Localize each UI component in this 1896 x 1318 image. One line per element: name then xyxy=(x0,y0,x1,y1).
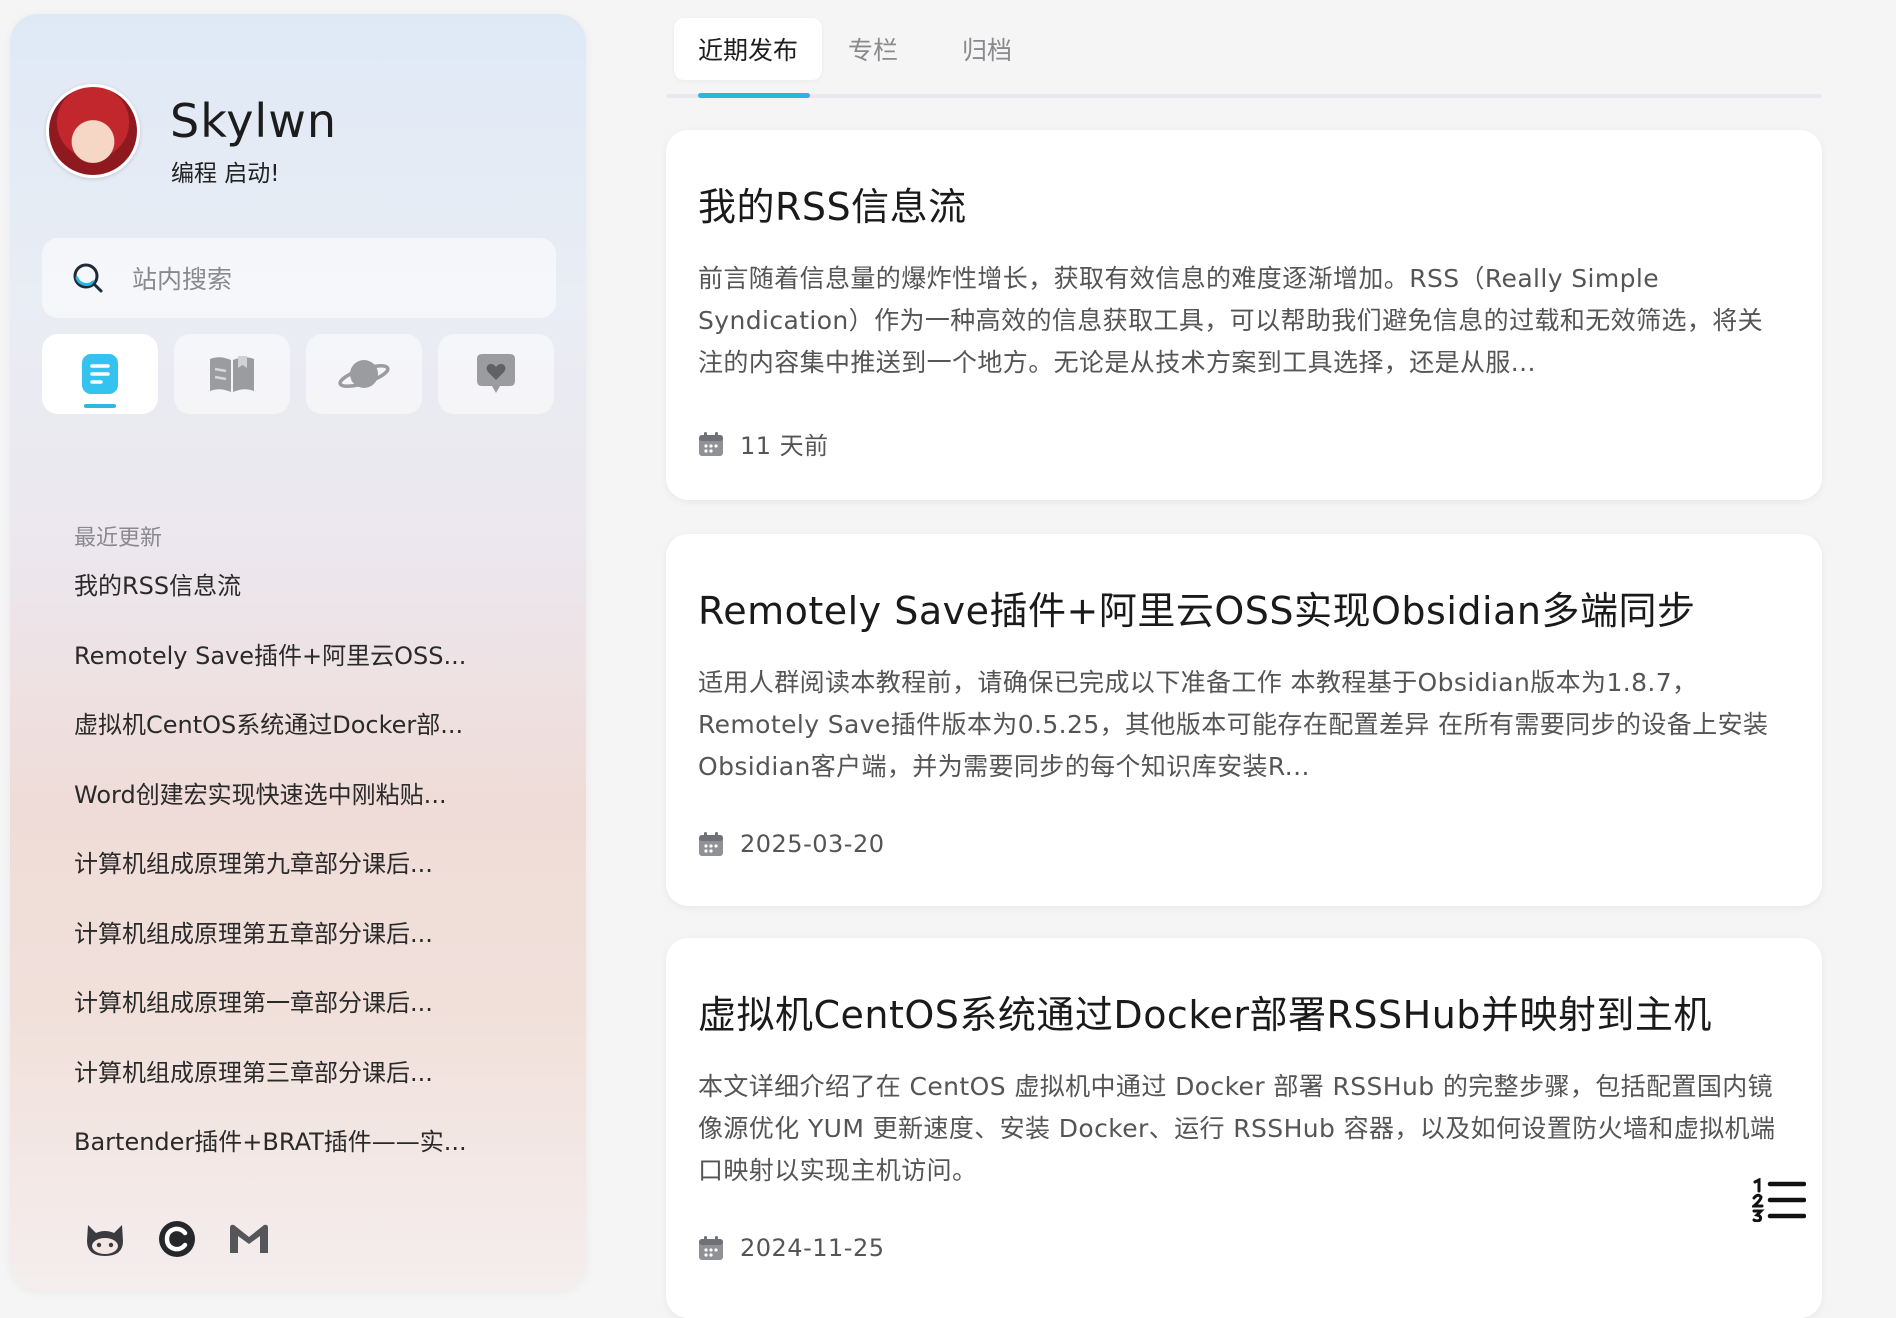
gmail-icon[interactable] xyxy=(226,1216,272,1262)
profile-name: Skylwn xyxy=(170,94,337,148)
post-title[interactable]: 虚拟机CentOS系统通过Docker部署RSSHub并映射到主机 xyxy=(698,984,1712,1039)
content-tabs: 近期发布 专栏 归档 xyxy=(666,14,1822,98)
calendar-icon xyxy=(699,832,723,856)
nav-tile-explore[interactable] xyxy=(306,334,422,414)
search-icon xyxy=(73,263,103,293)
planet-icon xyxy=(338,360,390,388)
recent-item[interactable]: Remotely Save插件+阿里云OSS... xyxy=(74,636,467,706)
post-title[interactable]: 我的RSS信息流 xyxy=(698,176,967,231)
recent-item[interactable]: 计算机组成原理第一章部分课后... xyxy=(74,983,467,1053)
recent-item[interactable]: Bartender插件+BRAT插件——实... xyxy=(74,1122,467,1192)
avatar[interactable] xyxy=(46,84,140,178)
nav-tile-friends[interactable] xyxy=(438,334,554,414)
search-input[interactable] xyxy=(130,256,534,302)
post-date-text: 2025-03-20 xyxy=(740,830,885,858)
tab-rail xyxy=(666,94,1822,98)
search-box[interactable] xyxy=(42,238,556,318)
post-card[interactable]: 虚拟机CentOS系统通过Docker部署RSSHub并映射到主机 本文详细介绍… xyxy=(666,938,1822,1318)
recent-item[interactable]: 计算机组成原理第五章部分课后... xyxy=(74,914,467,984)
post-card[interactable]: Remotely Save插件+阿里云OSS实现Obsidian多端同步 适用人… xyxy=(666,534,1822,906)
recent-item[interactable]: 计算机组成原理第九章部分课后... xyxy=(74,844,467,914)
post-date: 2025-03-20 xyxy=(698,830,884,858)
nav-tile-columns[interactable] xyxy=(174,334,290,414)
post-date: 2024-11-25 xyxy=(698,1234,884,1262)
sidebar: Skylwn 编程 启动! 站内搜索 最近更新 我的RSS信息流 Remotel… xyxy=(10,14,586,1290)
post-date-text: 11 天前 xyxy=(740,432,829,460)
recent-item[interactable]: 计算机组成原理第三章部分课后... xyxy=(74,1053,467,1123)
tab-archive[interactable]: 归档 xyxy=(938,18,1036,80)
tab-recent[interactable]: 近期发布 xyxy=(674,18,823,80)
recent-item[interactable]: 虚拟机CentOS系统通过Docker部... xyxy=(74,705,467,775)
post-card[interactable]: 我的RSS信息流 前言随着信息量的爆炸性增长，获取有效信息的难度逐渐增加。RSS… xyxy=(666,130,1822,500)
post-excerpt: 适用人群阅读本教程前，请确保已完成以下准备工作 本教程基于Obsidian版本为… xyxy=(698,668,1769,781)
nav-tile-posts[interactable] xyxy=(42,334,158,414)
calendar-icon xyxy=(699,431,723,456)
recent-item[interactable]: 我的RSS信息流 xyxy=(74,566,467,636)
profile-motto: 编程 启动! xyxy=(171,161,280,187)
document-icon xyxy=(82,354,118,394)
book-icon xyxy=(210,356,254,392)
recent-list: 我的RSS信息流 Remotely Save插件+阿里云OSS... 虚拟机Ce… xyxy=(74,566,467,1192)
active-tile-indicator xyxy=(84,404,116,408)
csdn-icon[interactable] xyxy=(154,1216,200,1262)
post-excerpt: 本文详细介绍了在 CentOS 虚拟机中通过 Docker 部署 RSSHub … xyxy=(698,1072,1776,1185)
post-date-text: 2024-11-25 xyxy=(740,1234,885,1262)
post-excerpt: 前言随着信息量的爆炸性增长，获取有效信息的难度逐渐增加。RSS（Really S… xyxy=(698,264,1764,377)
recent-heading: 最近更新 xyxy=(74,526,163,551)
post-title[interactable]: Remotely Save插件+阿里云OSS实现Obsidian多端同步 xyxy=(698,580,1695,635)
tab-columns[interactable]: 专栏 xyxy=(824,18,922,80)
calendar-icon xyxy=(699,1236,723,1260)
numbered-list-icon xyxy=(1749,1177,1807,1223)
heart-chat-icon xyxy=(477,354,515,393)
github-icon[interactable] xyxy=(82,1216,128,1262)
social-links xyxy=(82,1216,272,1262)
recent-item[interactable]: Word创建宏实现快速选中刚粘贴... xyxy=(74,775,467,845)
toc-button[interactable] xyxy=(1749,1177,1807,1223)
post-date: 11 天前 xyxy=(698,426,829,461)
active-tab-indicator xyxy=(698,93,810,98)
